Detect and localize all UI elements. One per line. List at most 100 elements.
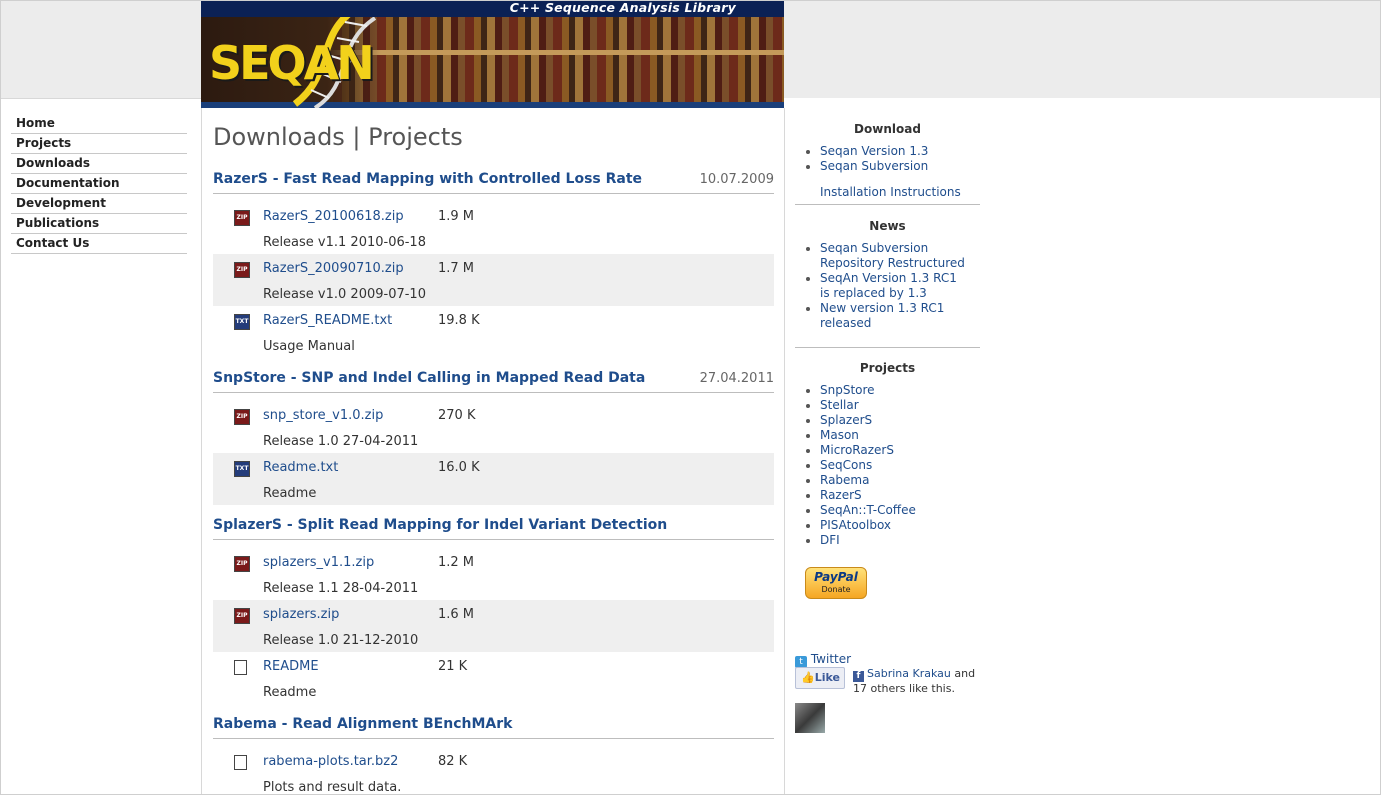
list-item[interactable]: PISAtoolbox [795,518,980,533]
file-row: ZIP RazerS_20100618.zip 1.9 M Release v1… [213,202,774,254]
file-link[interactable]: RazerS_20090710.zip [263,261,404,276]
list-item[interactable]: RazerS [795,488,980,503]
news-link[interactable]: New version 1.3 RC1 released [820,301,944,330]
project-link[interactable]: SplazerS [820,413,872,427]
project-link[interactable]: MicroRazerS [820,443,894,457]
list-item[interactable]: Stellar [795,398,980,413]
left-nav: Home Projects Downloads Documentation De… [11,115,187,255]
list-item[interactable]: New version 1.3 RC1 released [795,301,970,331]
header-banner[interactable]: SEQAN C++ Sequence Analysis Library [201,0,784,108]
zip-file-icon: ZIP [234,608,250,624]
file-link[interactable]: Readme.txt [263,460,338,475]
file-description: Release 1.1 28-04-2011 [263,581,419,596]
list-item[interactable]: Seqan Subversion Repository Restructured [795,241,970,271]
file-row: README 21 K Readme [213,652,774,704]
installation-instructions-link[interactable]: Installation Instructions [820,185,961,199]
file-size: 1.6 M [438,607,475,622]
zip-file-icon: ZIP [234,409,250,425]
file-description: Release 1.0 21-12-2010 [263,633,419,648]
file-row: ZIP splazers.zip 1.6 M Release 1.0 21-12… [213,600,774,652]
news-link[interactable]: Seqan Subversion Repository Restructured [820,241,965,270]
project-link[interactable]: SeqAn::T-Coffee [820,503,916,517]
file-description: Release 1.0 27-04-2011 [263,434,419,449]
list-item[interactable]: Rabema [795,473,980,488]
zip-file-icon: ZIP [234,210,250,226]
file-description: Release v1.0 2009-07-10 [263,287,426,302]
liker-name-link[interactable]: Sabrina Krakau [867,667,951,680]
section-date: 27.04.2011 [699,371,774,386]
news-list: Seqan Subversion Repository Restructured… [795,241,970,331]
sidebar-divider [795,204,980,205]
download-link[interactable]: Seqan Version 1.3 [820,144,928,158]
list-item[interactable]: MicroRazerS [795,443,980,458]
project-link[interactable]: SeqCons [820,458,872,472]
section-title[interactable]: Rabema - Read Alignment BEnchMArk [213,716,512,732]
file-row: TXT Readme.txt 16.0 K Readme [213,453,774,505]
project-link[interactable]: Stellar [820,398,859,412]
file-description: Plots and result data. [263,780,402,795]
file-link[interactable]: splazers_v1.1.zip [263,555,374,570]
file-link[interactable]: README [263,659,319,674]
twitter-link[interactable]: t Twitter [795,652,851,668]
list-item[interactable]: SnpStore [795,383,980,398]
file-link[interactable]: snp_store_v1.0.zip [263,408,383,423]
main-content: Downloads | Projects RazerS - Fast Read … [201,108,785,795]
list-item[interactable]: SplazerS [795,413,980,428]
nav-downloads[interactable]: Downloads [11,155,187,174]
list-item[interactable]: DFI [795,533,980,548]
section-title[interactable]: SplazerS - Split Read Mapping for Indel … [213,517,667,533]
project-link[interactable]: Mason [820,428,859,442]
avatar[interactable] [795,703,825,733]
projects-heading: Projects [859,361,916,375]
paypal-donate-button[interactable]: PayPal Donate [805,567,867,599]
projects-list: SnpStore Stellar SplazerS Mason MicroRaz… [795,383,980,548]
list-item[interactable]: Seqan Version 1.3 [795,144,980,159]
news-link[interactable]: SeqAn Version 1.3 RC1 is replaced by 1.3 [820,271,957,300]
facebook-like-button[interactable]: 👍Like [795,667,845,689]
banner-tagline: C++ Sequence Analysis Library [509,0,736,15]
list-item[interactable]: SeqCons [795,458,980,473]
list-item[interactable]: Seqan Subversion [795,159,980,174]
file-row: ZIP RazerS_20090710.zip 1.7 M Release v1… [213,254,774,306]
file-description: Readme [263,685,317,700]
file-size: 16.0 K [438,460,480,475]
twitter-label[interactable]: Twitter [811,652,851,666]
nav-contact-us[interactable]: Contact Us [11,235,187,254]
download-link[interactable]: Seqan Subversion [820,159,928,173]
section-title[interactable]: RazerS - Fast Read Mapping with Controll… [213,171,642,187]
like-label: Like [814,671,840,684]
list-item[interactable]: SeqAn::T-Coffee [795,503,980,518]
file-row: rabema-plots.tar.bz2 82 K Plots and resu… [213,747,774,799]
section-title[interactable]: SnpStore - SNP and Indel Calling in Mapp… [213,370,645,386]
nav-publications[interactable]: Publications [11,215,187,234]
list-item[interactable]: SeqAn Version 1.3 RC1 is replaced by 1.3 [795,271,970,301]
blank-file-icon [234,660,247,675]
project-link[interactable]: PISAtoolbox [820,518,891,532]
section-header-splazers: SplazerS - Split Read Mapping for Indel … [213,517,774,540]
section-header-snpstore: SnpStore - SNP and Indel Calling in Mapp… [213,370,774,393]
file-size: 21 K [438,659,468,674]
project-link[interactable]: RazerS [820,488,862,502]
file-link[interactable]: splazers.zip [263,607,339,622]
txt-file-icon: TXT [234,461,250,477]
file-link[interactable]: rabema-plots.tar.bz2 [263,754,398,769]
nav-projects[interactable]: Projects [11,135,187,154]
file-link[interactable]: RazerS_README.txt [263,313,392,328]
sidebar-divider [795,347,980,348]
project-link[interactable]: SnpStore [820,383,875,397]
list-item[interactable]: Mason [795,428,980,443]
file-row: TXT RazerS_README.txt 19.8 K Usage Manua… [213,306,774,358]
nav-development[interactable]: Development [11,195,187,214]
nav-home[interactable]: Home [11,115,187,134]
file-row: ZIP splazers_v1.1.zip 1.2 M Release 1.1 … [213,548,774,600]
project-link[interactable]: DFI [820,533,840,547]
file-link[interactable]: RazerS_20100618.zip [263,209,404,224]
blank-file-icon [234,755,247,770]
project-link[interactable]: Rabema [820,473,869,487]
file-description: Usage Manual [263,339,355,354]
nav-documentation[interactable]: Documentation [11,175,187,194]
txt-file-icon: TXT [234,314,250,330]
file-size: 1.9 M [438,209,475,224]
thumbs-up-icon: 👍 [801,671,815,684]
file-size: 1.2 M [438,555,475,570]
